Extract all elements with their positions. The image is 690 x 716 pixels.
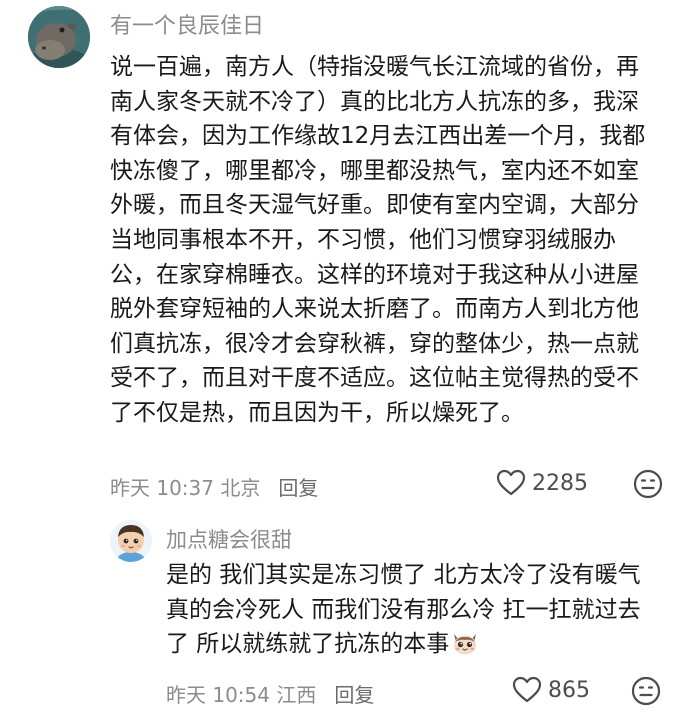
meh-face-icon	[633, 469, 663, 499]
comment-line: 脱外套穿短袖的人来说太折磨了。而南方人到北方他	[110, 296, 639, 323]
comment-line: 了不仅是热，而且因为干，所以燥死了。	[110, 399, 524, 426]
dislike-button[interactable]	[630, 675, 662, 711]
meh-face-icon	[631, 676, 661, 706]
comment-line: 外暖，而且冬天湿气好重。即使有室内空调，大部分	[110, 192, 639, 219]
username[interactable]: 有一个良辰佳日	[110, 8, 264, 40]
reply-button[interactable]: 回复	[334, 679, 374, 708]
timestamp-location: 昨天 10:37 北京	[110, 476, 261, 500]
comment-body: 说一百遍，南方人（特指没暖气长江流域的省份，再 南人家冬天就不冷了）真的比北方人…	[110, 50, 645, 431]
username[interactable]: 加点糖会很甜	[166, 524, 292, 554]
comment-line: 是的 我们其实是冻习惯了 北方太冷了没有暖气	[166, 562, 641, 588]
reply-button[interactable]: 回复	[278, 472, 318, 501]
like-button[interactable]: 865	[512, 676, 590, 704]
like-count: 865	[548, 677, 590, 703]
comment-line: 们真抗冻，很冷才会穿秋裤，穿的整体少，热一点就	[110, 330, 639, 357]
comment-line: 当地同事根本不开，不习惯，他们习惯穿羽绒服办	[110, 226, 616, 253]
like-button[interactable]: 2285	[496, 469, 588, 497]
cartoon-boy-avatar[interactable]	[110, 520, 152, 562]
comment-body: 是的 我们其实是冻习惯了 北方太冷了没有暖气 真的会冷死人 而我们没有那么冷 扛…	[166, 558, 641, 662]
comment-meta: 昨天 10:37 北京 回复	[110, 472, 318, 501]
like-count: 2285	[532, 470, 588, 496]
comment-thread: 有一个良辰佳日 说一百遍，南方人（特指没暖气长江流域的省份，再 南人家冬天就不冷…	[0, 0, 690, 716]
hippo-avatar[interactable]	[28, 6, 90, 68]
comment-line: 公，在家穿棉睡衣。这样的环境对于我这种从小进屋	[110, 261, 639, 288]
comment-line: 有体会，因为工作缘故12月去江西出差一个月，我都	[110, 123, 646, 150]
heart-outline-icon	[512, 676, 542, 703]
comment-line: 受不了，而且对干度不适应。这位帖主觉得热的受不	[110, 365, 639, 392]
comment-line: 真的会冷死人 而我们没有那么冷 扛一扛就过去	[166, 596, 641, 623]
comment-line: 南人家冬天就不冷了）真的比北方人抗冻的多，我深	[110, 88, 639, 115]
comment-line: 说一百遍，南方人（特指没暖气长江流域的省份，再	[110, 54, 639, 80]
comment-line: 了 所以就练就了抗冻的本事	[166, 631, 450, 658]
cat-emoji-icon	[451, 630, 479, 656]
comment-line-with-emoji: 了 所以就练就了抗冻的本事	[166, 627, 641, 662]
comment-line: 快冻傻了，哪里都冷，哪里都没热气，室内还不如室	[110, 157, 639, 184]
heart-outline-icon	[496, 469, 526, 496]
dislike-button[interactable]	[632, 468, 664, 504]
timestamp-location: 昨天 10:54 江西	[166, 683, 317, 707]
comment-meta: 昨天 10:54 江西 回复	[166, 679, 374, 708]
